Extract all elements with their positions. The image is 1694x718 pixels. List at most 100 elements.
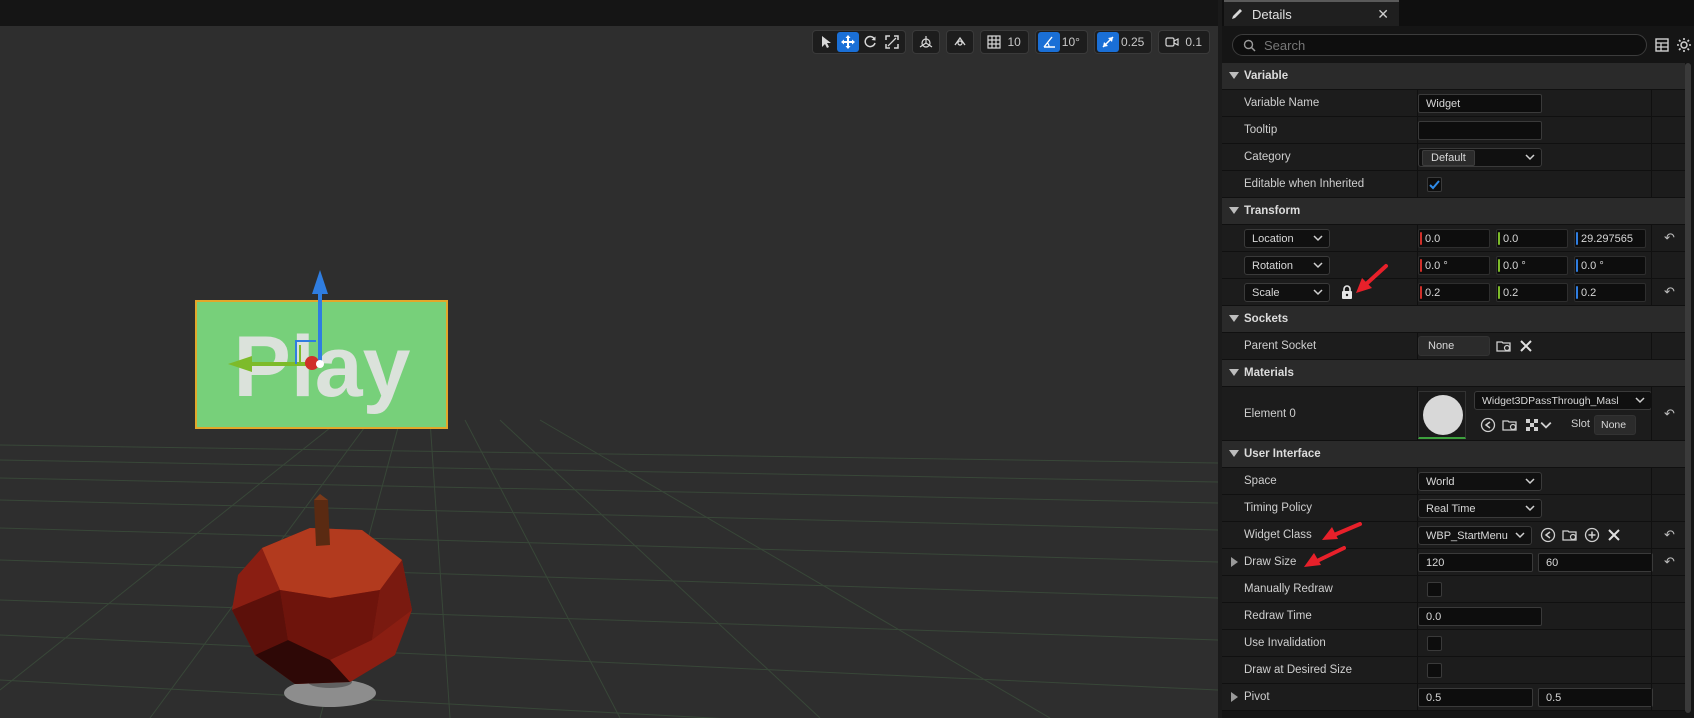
tooltip-field[interactable] bbox=[1418, 121, 1542, 140]
details-search-box[interactable] bbox=[1232, 34, 1647, 56]
scale-y-field[interactable]: 0.2 bbox=[1496, 283, 1568, 302]
rotation-z-field[interactable]: 0.0 ° bbox=[1574, 256, 1646, 275]
row-pivot: Pivot 0.5 0.5 bbox=[1222, 684, 1687, 711]
browse-folder-icon[interactable] bbox=[1502, 417, 1518, 433]
widget-class-reset-icon[interactable]: ↶ bbox=[1651, 522, 1687, 548]
scale-snap-button[interactable] bbox=[1096, 32, 1119, 52]
timing-policy-label: Timing Policy bbox=[1244, 502, 1312, 514]
row-editable-inherited: Editable when Inherited bbox=[1222, 171, 1687, 198]
camera-speed-button[interactable] bbox=[1161, 32, 1183, 52]
pivot-x-field[interactable]: 0.5 bbox=[1418, 688, 1533, 707]
editable-inherited-checkbox[interactable] bbox=[1427, 177, 1442, 192]
material-thumbnail[interactable] bbox=[1418, 391, 1466, 439]
location-mode-combo[interactable]: Location bbox=[1244, 229, 1330, 248]
scale-icon bbox=[885, 35, 900, 49]
scale-z-field[interactable]: 0.2 bbox=[1574, 283, 1646, 302]
checker-texture-icon[interactable] bbox=[1524, 417, 1540, 433]
row-rotation: Rotation 0.0 ° 0.0 ° 0.0 ° bbox=[1222, 252, 1687, 279]
category-combo[interactable]: Default bbox=[1418, 148, 1542, 167]
scale-reset-icon[interactable]: ↶ bbox=[1651, 279, 1687, 305]
draw-desired-size-checkbox[interactable] bbox=[1427, 663, 1442, 678]
location-x-field[interactable]: 0.0 bbox=[1418, 229, 1490, 248]
details-scrollbar[interactable] bbox=[1685, 63, 1691, 713]
row-manually-redraw: Manually Redraw bbox=[1222, 576, 1687, 603]
expand-arrow-icon[interactable] bbox=[1231, 692, 1238, 702]
viewport-scene[interactable]: Play bbox=[0, 26, 1218, 718]
details-property-list: Variable Variable Name Widget Tooltip Ca… bbox=[1222, 63, 1687, 711]
location-y-field[interactable]: 0.0 bbox=[1496, 229, 1568, 248]
widget-class-combo[interactable]: WBP_StartMenu bbox=[1418, 526, 1532, 545]
timing-policy-combo[interactable]: Real Time bbox=[1418, 499, 1542, 518]
rotation-x-field[interactable]: 0.0 ° bbox=[1418, 256, 1490, 275]
viewport-top-bar bbox=[0, 0, 1218, 26]
browse-folder-icon[interactable] bbox=[1562, 527, 1578, 543]
section-user-interface[interactable]: User Interface bbox=[1222, 441, 1687, 468]
close-tab-icon[interactable]: ✕ bbox=[1377, 6, 1389, 23]
draw-size-reset-icon[interactable]: ↶ bbox=[1651, 549, 1687, 575]
draw-size-y-field[interactable]: 60 bbox=[1538, 553, 1653, 572]
widget-class-value: WBP_StartMenu bbox=[1426, 529, 1508, 542]
collapse-arrow-icon bbox=[1229, 207, 1239, 214]
scale-x-field[interactable]: 0.2 bbox=[1418, 283, 1490, 302]
use-selected-arrow-icon[interactable] bbox=[1540, 527, 1556, 543]
grid-snap-value[interactable]: 10 bbox=[1005, 35, 1025, 49]
location-reset-icon[interactable]: ↶ bbox=[1651, 225, 1687, 251]
cursor-icon bbox=[822, 36, 832, 48]
grid-snap-button[interactable] bbox=[983, 32, 1005, 52]
scale-mode-button[interactable] bbox=[881, 32, 903, 52]
redraw-time-field[interactable]: 0.0 bbox=[1418, 607, 1542, 626]
rotation-snap-value[interactable]: 10° bbox=[1060, 35, 1085, 49]
scale-mode-combo[interactable]: Scale bbox=[1244, 283, 1330, 302]
rotate-mode-button[interactable] bbox=[859, 32, 881, 52]
level-viewport[interactable]: Play bbox=[0, 0, 1218, 718]
rotation-mode-combo[interactable]: Rotation bbox=[1244, 256, 1330, 275]
manually-redraw-label: Manually Redraw bbox=[1244, 583, 1333, 595]
rotation-y-field[interactable]: 0.0 ° bbox=[1496, 256, 1568, 275]
details-search-input[interactable] bbox=[1264, 37, 1624, 53]
details-tab[interactable]: Details ✕ bbox=[1224, 0, 1399, 26]
use-selected-arrow-icon[interactable] bbox=[1480, 417, 1496, 433]
details-tab-strip: Details ✕ bbox=[1222, 0, 1694, 26]
draw-size-x-field[interactable]: 120 bbox=[1418, 553, 1533, 572]
section-materials[interactable]: Materials bbox=[1222, 360, 1687, 387]
section-transform[interactable]: Transform bbox=[1222, 198, 1687, 225]
pivot-y-field[interactable]: 0.5 bbox=[1538, 688, 1653, 707]
surface-snap-button[interactable] bbox=[949, 32, 971, 52]
material-reset-icon[interactable]: ↶ bbox=[1651, 387, 1687, 440]
camera-icon bbox=[1165, 37, 1179, 47]
clear-x-icon[interactable] bbox=[1606, 527, 1622, 543]
property-matrix-icon[interactable] bbox=[1654, 37, 1670, 53]
rotation-snap-button[interactable] bbox=[1037, 32, 1060, 52]
clear-x-icon[interactable] bbox=[1518, 338, 1534, 354]
world-space-button[interactable] bbox=[915, 32, 937, 52]
coordinate-space-group bbox=[912, 30, 941, 54]
category-label: Category bbox=[1244, 151, 1291, 163]
row-widget-class: Widget Class WBP_StartMenu ↶ bbox=[1222, 522, 1687, 549]
browse-folder-icon[interactable] bbox=[1496, 338, 1512, 354]
location-z-field[interactable]: 29.297565 bbox=[1574, 229, 1646, 248]
material-combo[interactable]: Widget3DPassThrough_Masl bbox=[1474, 391, 1652, 410]
variable-name-field[interactable]: Widget bbox=[1418, 94, 1542, 113]
manually-redraw-checkbox[interactable] bbox=[1427, 582, 1442, 597]
slot-field[interactable]: None bbox=[1594, 415, 1636, 435]
parent-socket-field[interactable]: None bbox=[1418, 336, 1490, 356]
scale-snap-value[interactable]: 0.25 bbox=[1119, 35, 1149, 49]
expand-arrow-icon[interactable] bbox=[1231, 557, 1238, 567]
translate-mode-button[interactable] bbox=[837, 32, 860, 52]
row-draw-desired-size: Draw at Desired Size bbox=[1222, 657, 1687, 684]
rotate-icon bbox=[864, 35, 877, 48]
use-invalidation-checkbox[interactable] bbox=[1427, 636, 1442, 651]
select-mode-button[interactable] bbox=[815, 32, 837, 52]
add-plus-icon[interactable] bbox=[1584, 527, 1600, 543]
section-sockets[interactable]: Sockets bbox=[1222, 306, 1687, 333]
chevron-down-icon[interactable] bbox=[1540, 417, 1552, 433]
section-variable[interactable]: Variable bbox=[1222, 63, 1687, 90]
space-combo[interactable]: World bbox=[1418, 472, 1542, 491]
details-scrollbar-thumb[interactable] bbox=[1685, 63, 1691, 713]
camera-speed-value[interactable]: 0.1 bbox=[1183, 35, 1207, 49]
world-axes-icon bbox=[920, 36, 933, 48]
settings-gear-icon[interactable] bbox=[1676, 37, 1692, 53]
apple-mesh[interactable] bbox=[232, 494, 412, 684]
surface-snap-icon bbox=[954, 36, 966, 46]
row-parent-socket: Parent Socket None bbox=[1222, 333, 1687, 360]
